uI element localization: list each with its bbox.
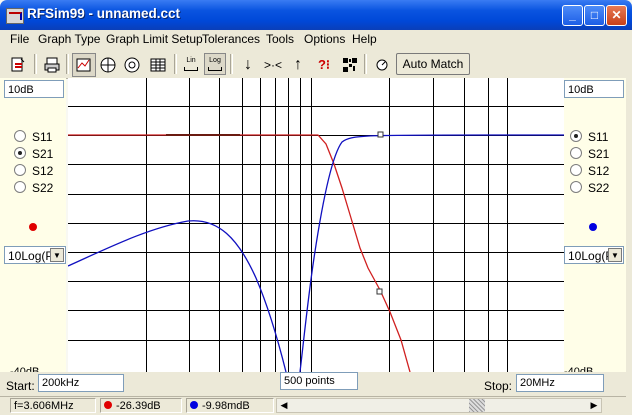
right-scale-select[interactable]: 10Log(P ▼ bbox=[564, 246, 624, 264]
s21-trace-red bbox=[68, 134, 411, 373]
left-radio-s12[interactable]: S12 bbox=[14, 164, 53, 180]
s11-trace-blue bbox=[67, 134, 565, 373]
radio-button-selected[interactable] bbox=[570, 130, 582, 142]
points-input[interactable]: 500 points bbox=[280, 372, 358, 390]
new-file-icon[interactable] bbox=[6, 53, 30, 77]
log-scale-icon[interactable]: Log bbox=[204, 53, 226, 75]
help-cursor-icon[interactable]: ?⁝ bbox=[312, 53, 336, 77]
polar-chart-icon[interactable] bbox=[120, 53, 144, 77]
close-button[interactable]: ✕ bbox=[606, 5, 627, 26]
radio-button-selected[interactable] bbox=[14, 147, 26, 159]
print-icon[interactable] bbox=[40, 53, 64, 77]
window-right-edge bbox=[626, 30, 632, 414]
graph-area[interactable] bbox=[67, 78, 565, 373]
toolbar-separator bbox=[66, 54, 69, 74]
left-radio-s21[interactable]: S21 bbox=[14, 147, 53, 163]
left-bottom-limit[interactable]: -40dB bbox=[10, 362, 39, 372]
frequency-scrollbar[interactable]: ◀ ▶ bbox=[276, 398, 602, 413]
radio-button[interactable] bbox=[14, 130, 26, 142]
smith-chart-icon[interactable] bbox=[96, 53, 120, 77]
left-panel: 10dB S11 S21 S12 S22 10Log(P ▼ -40dB bbox=[0, 78, 66, 372]
menu-graph-type[interactable]: Graph Type bbox=[38, 32, 100, 46]
marker-red bbox=[376, 288, 383, 295]
stop-label: Stop: bbox=[484, 379, 513, 393]
blue-readout: -9.98mdB bbox=[186, 398, 274, 413]
maximize-button[interactable]: □ bbox=[584, 5, 605, 26]
menu-help[interactable]: Help bbox=[352, 32, 377, 46]
toolbar-separator bbox=[174, 54, 177, 74]
red-dot-icon bbox=[104, 401, 112, 409]
auto-match-button[interactable]: Auto Match bbox=[396, 53, 470, 75]
tune-icon[interactable] bbox=[370, 53, 394, 77]
toolbar-separator bbox=[230, 54, 233, 74]
marker-blue bbox=[377, 131, 384, 138]
red-trace-indicator bbox=[29, 223, 37, 231]
table-icon[interactable] bbox=[146, 53, 170, 77]
scrollbar-thumb[interactable] bbox=[469, 399, 485, 412]
chevron-down-icon[interactable]: ▼ bbox=[608, 248, 622, 262]
toolbar: Lin Log ↓ >·< ↑ ?⁝ bbox=[0, 50, 632, 79]
toolbar-separator bbox=[34, 54, 37, 74]
blue-dot-icon bbox=[190, 401, 198, 409]
compress-icon[interactable]: >·< bbox=[260, 53, 286, 77]
app-icon bbox=[6, 8, 24, 24]
menu-options[interactable]: Options bbox=[304, 32, 345, 46]
radio-button[interactable] bbox=[570, 181, 582, 193]
radio-button[interactable] bbox=[570, 147, 582, 159]
qr-pattern-icon[interactable] bbox=[338, 53, 362, 77]
red-readout: -26.39dB bbox=[100, 398, 182, 413]
zoom-out-arrow-icon[interactable]: ↓ bbox=[236, 53, 260, 77]
log-label: Log bbox=[209, 57, 221, 64]
lin-label: Lin bbox=[186, 57, 196, 64]
zoom-in-arrow-icon[interactable]: ↑ bbox=[286, 53, 310, 77]
left-scale-select[interactable]: 10Log(P ▼ bbox=[4, 246, 66, 264]
start-label: Start: bbox=[6, 379, 35, 393]
right-panel: 10dB S11 S21 S12 S22 10Log(P ▼ -40dB bbox=[564, 78, 630, 372]
right-radio-s12[interactable]: S12 bbox=[570, 164, 609, 180]
maximize-icon: □ bbox=[590, 8, 599, 22]
minimize-icon: _ bbox=[569, 8, 576, 22]
start-frequency-input[interactable]: 200kHz bbox=[38, 374, 124, 392]
stop-frequency-input[interactable]: 20MHz bbox=[516, 374, 604, 392]
right-radio-s22[interactable]: S22 bbox=[570, 181, 609, 197]
blue-trace-indicator bbox=[589, 223, 597, 231]
scroll-left-icon[interactable]: ◀ bbox=[277, 399, 291, 412]
menu-bar: File Graph Type Graph Limit Setup Tolera… bbox=[0, 30, 632, 50]
menu-file[interactable]: File bbox=[10, 32, 29, 46]
right-radio-s11[interactable]: S11 bbox=[570, 130, 608, 146]
title-bar: RFSim99 - unnamed.cct _ □ ✕ bbox=[0, 0, 632, 30]
left-radio-s11[interactable]: S11 bbox=[14, 130, 52, 146]
linear-scale-icon[interactable]: Lin bbox=[180, 53, 202, 75]
window-title: RFSim99 - unnamed.cct bbox=[27, 6, 181, 21]
left-top-limit[interactable]: 10dB bbox=[4, 80, 64, 98]
rect-graph-icon[interactable] bbox=[72, 53, 96, 77]
sweep-bar: Start: 200kHz 500 points Stop: 20MHz bbox=[0, 372, 632, 396]
scroll-right-icon[interactable]: ▶ bbox=[587, 399, 601, 412]
menu-graph-limit-setup[interactable]: Graph Limit Setup bbox=[106, 32, 203, 46]
close-icon: ✕ bbox=[611, 8, 622, 22]
radio-button[interactable] bbox=[14, 164, 26, 176]
left-radio-s22[interactable]: S22 bbox=[14, 181, 53, 197]
menu-tools[interactable]: Tools bbox=[266, 32, 294, 46]
frequency-readout: f=3.606MHz bbox=[10, 398, 96, 413]
s-parameter-plot[interactable] bbox=[67, 78, 565, 373]
radio-button[interactable] bbox=[14, 181, 26, 193]
chevron-down-icon[interactable]: ▼ bbox=[50, 248, 64, 262]
right-bottom-limit[interactable]: -40dB bbox=[564, 362, 593, 372]
toolbar-separator bbox=[364, 54, 367, 74]
right-radio-s21[interactable]: S21 bbox=[570, 147, 609, 163]
right-top-limit[interactable]: 10dB bbox=[564, 80, 624, 98]
radio-button[interactable] bbox=[570, 164, 582, 176]
menu-tolerances[interactable]: Tolerances bbox=[202, 32, 260, 46]
minimize-button[interactable]: _ bbox=[562, 5, 583, 26]
